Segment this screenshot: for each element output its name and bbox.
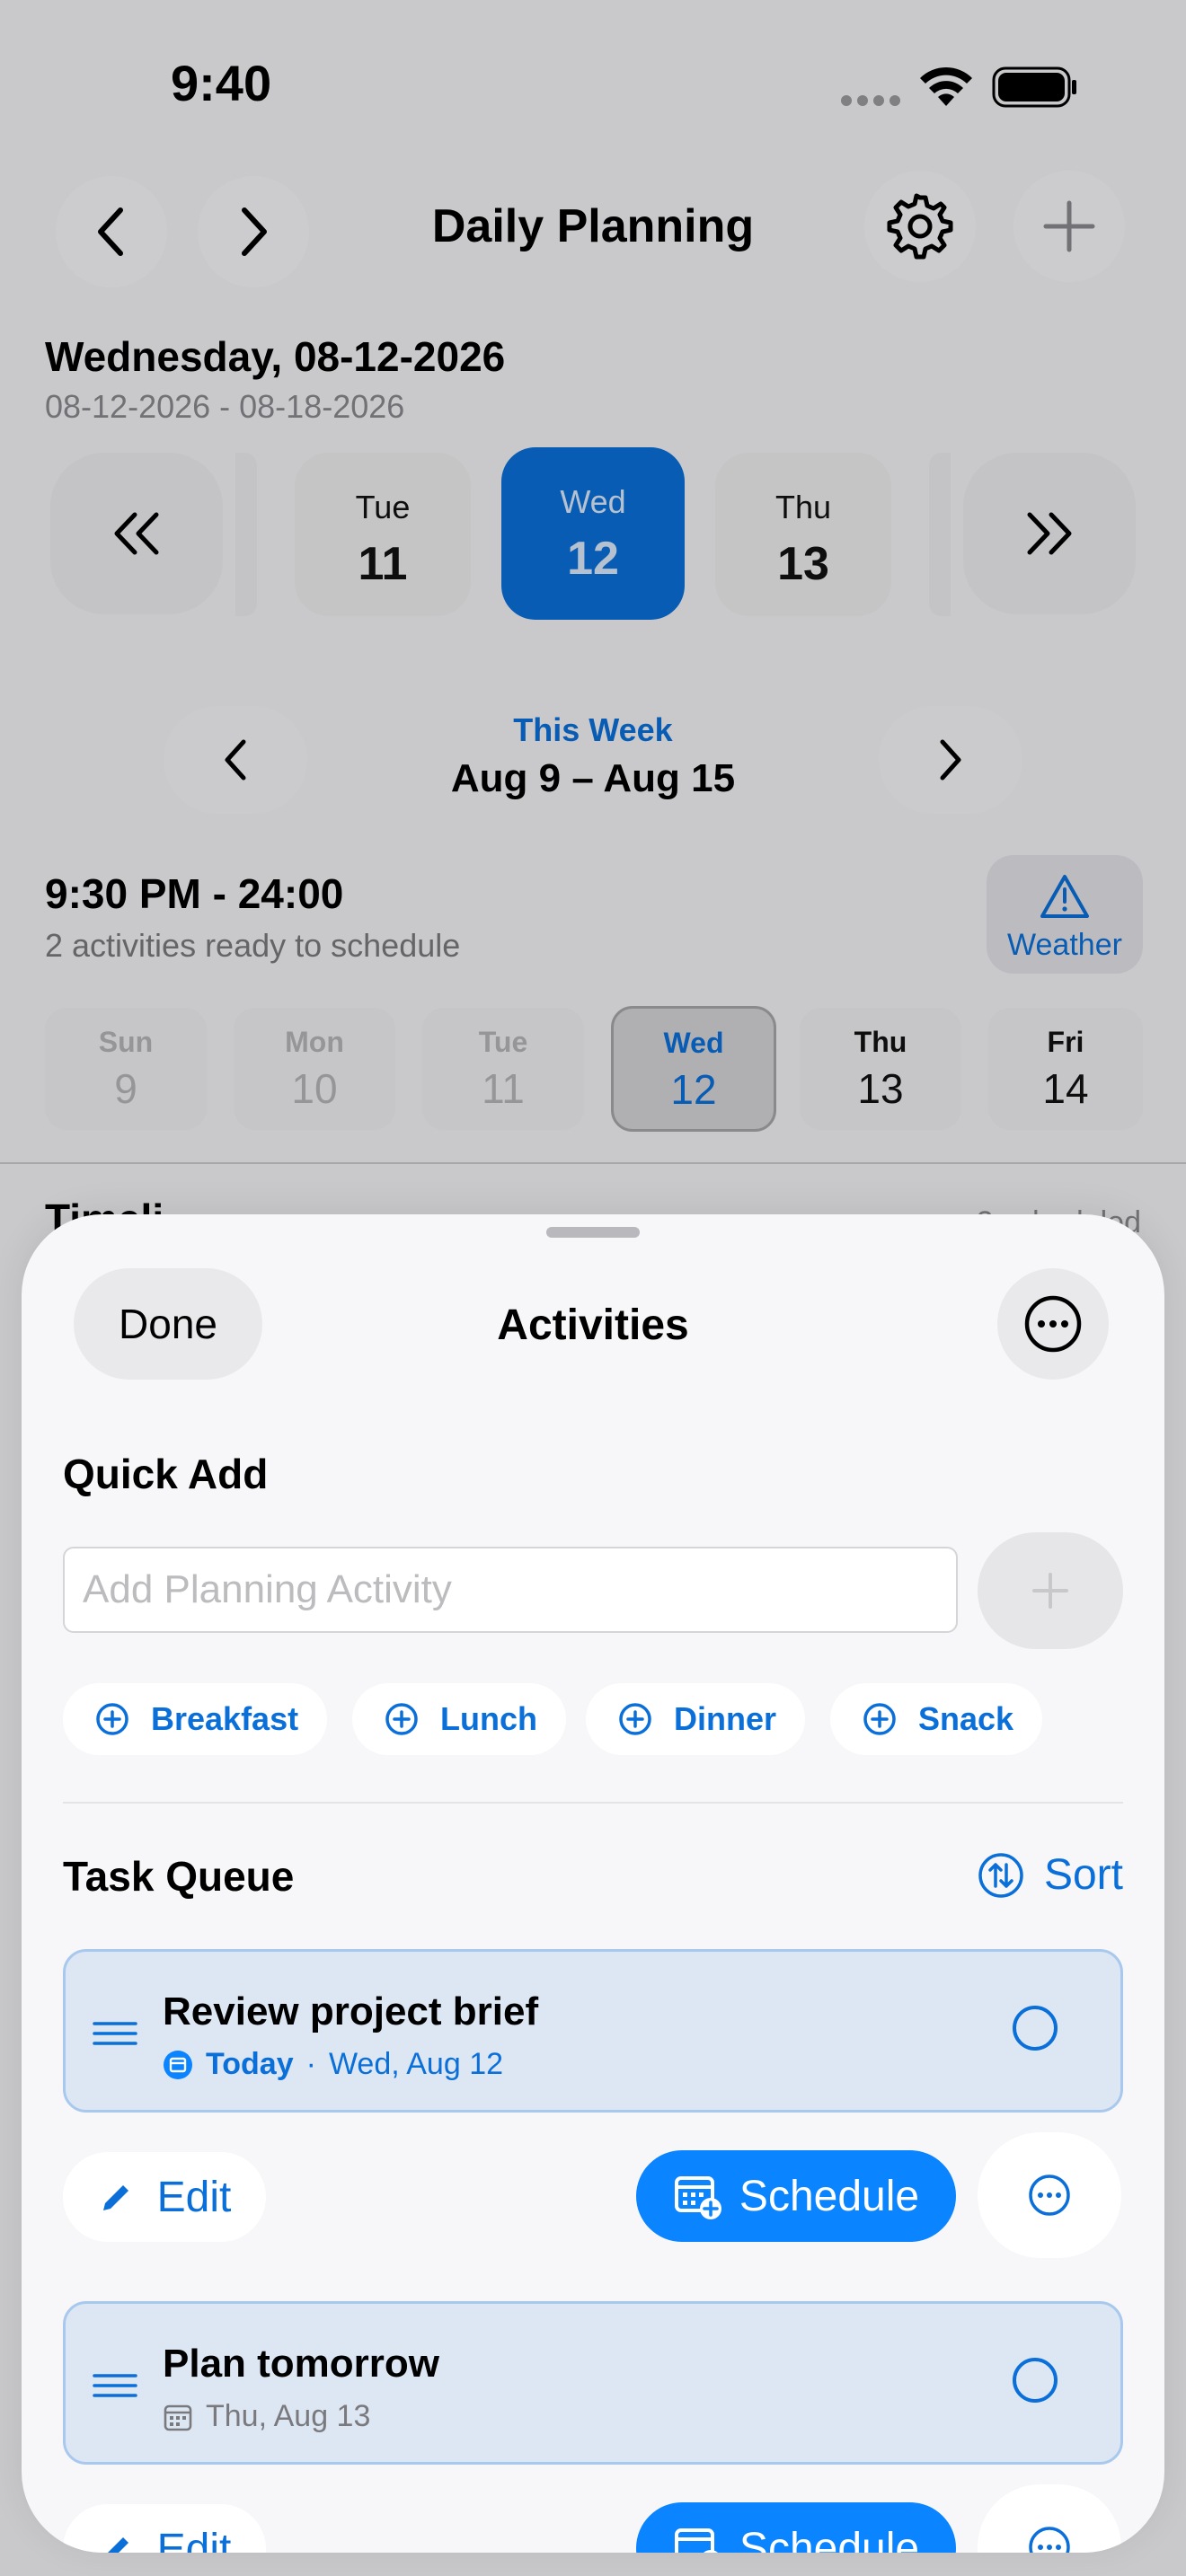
pencil-icon: [107, 2537, 128, 2553]
edit-label: Edit: [156, 2525, 232, 2554]
task-today-label: Today: [206, 2047, 294, 2081]
activities-sheet: Done Activities Quick Add Breakfast Lunc…: [22, 1214, 1164, 2553]
sheet-title: Activities: [497, 1301, 689, 1349]
section-divider: [63, 1802, 1123, 1804]
task-more-button[interactable]: [978, 2484, 1121, 2553]
quick-add-snack[interactable]: Snack: [830, 1683, 1043, 1755]
chip-label: Breakfast: [151, 1700, 299, 1737]
schedule-label: Schedule: [739, 2172, 920, 2220]
task-complete-toggle[interactable]: [1013, 2358, 1058, 2403]
calendar-plus-icon: [674, 2528, 718, 2553]
ellipsis-circle-icon: [1029, 2175, 1070, 2216]
task-name: Review project brief: [163, 1989, 539, 2033]
schedule-label: Schedule: [739, 2524, 920, 2554]
schedule-button[interactable]: Schedule: [636, 2150, 956, 2242]
pencil-icon: [102, 2185, 128, 2210]
add-activity-input[interactable]: [63, 1547, 958, 1633]
task-date-row: Thu, Aug 13: [163, 2399, 370, 2434]
task-card-plan-tomorrow[interactable]: Plan tomorrow Thu, Aug 13: [63, 2301, 1123, 2465]
sheet-grabber[interactable]: [546, 1227, 640, 1238]
sort-button[interactable]: Sort: [978, 1850, 1123, 1900]
plus-icon: [1032, 1573, 1068, 1609]
sort-arrows-icon: [978, 1852, 1023, 1898]
edit-button[interactable]: Edit: [63, 2152, 266, 2242]
quick-add-dinner[interactable]: Dinner: [586, 1683, 806, 1755]
sort-label: Sort: [1043, 1851, 1123, 1899]
drag-handle-icon[interactable]: [93, 2372, 137, 2399]
plus-circle-icon: [619, 1703, 651, 1735]
task-more-button[interactable]: [978, 2132, 1121, 2258]
separator-dot: ·: [305, 2047, 316, 2081]
calendar-icon: [164, 2050, 192, 2079]
task-complete-toggle[interactable]: [1013, 2006, 1058, 2051]
task-date: Wed, Aug 12: [328, 2047, 504, 2081]
chip-label: Snack: [918, 1700, 1014, 1737]
edit-button[interactable]: Edit: [63, 2504, 266, 2553]
ellipsis-circle-icon: [1029, 2527, 1070, 2553]
plus-circle-icon: [96, 1703, 128, 1735]
quick-add-breakfast[interactable]: Breakfast: [63, 1683, 328, 1755]
task-date: Thu, Aug 13: [206, 2399, 371, 2433]
schedule-button[interactable]: Schedule: [636, 2502, 956, 2553]
add-activity-button[interactable]: [978, 1532, 1123, 1649]
chip-label: Lunch: [440, 1700, 537, 1737]
plus-circle-icon: [385, 1703, 418, 1735]
plus-circle-icon: [863, 1703, 896, 1735]
drag-handle-icon[interactable]: [93, 2020, 137, 2047]
task-card-review-project-brief[interactable]: Review project brief Today · Wed, Aug 12: [63, 1949, 1123, 2113]
edit-label: Edit: [156, 2173, 232, 2221]
task-queue-title: Task Queue: [63, 1853, 295, 1900]
task-date-row: Today · Wed, Aug 12: [163, 2047, 503, 2082]
more-options-button[interactable]: [997, 1268, 1109, 1380]
calendar-icon: [164, 2404, 192, 2430]
calendar-plus-icon: [674, 2176, 721, 2219]
chip-label: Dinner: [674, 1700, 777, 1737]
ellipsis-circle-icon: [1024, 1295, 1082, 1353]
quick-add-lunch[interactable]: Lunch: [352, 1683, 566, 1755]
quick-add-title: Quick Add: [63, 1451, 269, 1497]
task-name: Plan tomorrow: [163, 2342, 440, 2386]
